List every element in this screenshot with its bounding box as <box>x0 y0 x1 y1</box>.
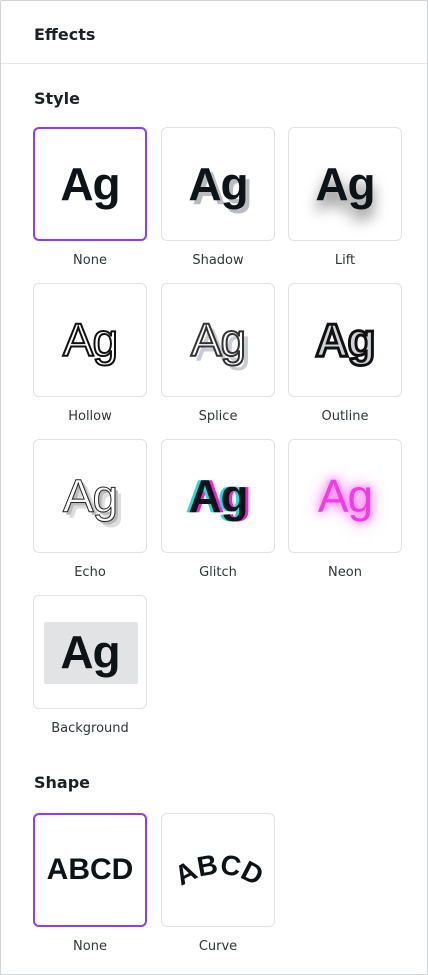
style-preview-splice: Ag <box>190 313 247 367</box>
style-option-neon[interactable]: Ag <box>288 439 402 553</box>
style-preview-glitch: Ag <box>188 470 248 522</box>
style-option-background[interactable]: Ag <box>33 595 147 709</box>
style-option-lift[interactable]: Ag <box>288 127 402 241</box>
style-preview-background: Ag <box>60 626 120 678</box>
style-option-glitch[interactable]: Ag <box>161 439 275 553</box>
style-label-lift: Lift <box>334 253 356 268</box>
style-section-title: Style <box>34 89 80 108</box>
style-label-hollow: Hollow <box>68 409 112 424</box>
style-label-splice: Splice <box>198 409 238 424</box>
style-label-background: Background <box>51 721 129 736</box>
style-preview-lift: Ag <box>315 158 375 210</box>
style-preview-none: Ag <box>60 158 120 210</box>
effects-panel: Effects Style Ag None Ag Shadow Ag Lift … <box>0 0 428 975</box>
style-label-none: None <box>73 253 107 268</box>
style-label-echo: Echo <box>74 565 106 580</box>
style-label-outline: Outline <box>321 409 369 424</box>
style-option-outline[interactable]: Ag <box>288 283 402 397</box>
style-option-echo[interactable]: Ag <box>33 439 147 553</box>
style-label-glitch: Glitch <box>199 565 237 580</box>
style-label-neon: Neon <box>328 565 362 580</box>
style-preview-outline: Ag <box>314 313 377 368</box>
style-option-splice[interactable]: Ag <box>161 283 275 397</box>
style-option-hollow[interactable]: Ag <box>33 283 147 397</box>
style-option-shadow[interactable]: Ag <box>161 127 275 241</box>
curve-text: ABCD <box>170 849 269 892</box>
style-preview-neon: Ag <box>317 470 373 522</box>
panel-header: Effects <box>1 1 427 64</box>
style-label-shadow: Shadow <box>192 253 244 268</box>
shape-label-none: None <box>73 939 107 954</box>
style-preview-shadow: Ag <box>188 158 248 210</box>
shape-option-curve[interactable]: ABCD <box>161 813 275 927</box>
shape-option-none[interactable]: ABCD <box>33 813 147 927</box>
svg-text:ABCD: ABCD <box>170 849 269 892</box>
shape-preview-curve: ABCD <box>170 849 269 892</box>
style-option-none[interactable]: Ag <box>33 127 147 241</box>
panel-title: Effects <box>34 25 96 44</box>
shape-preview-none: ABCD <box>46 853 134 886</box>
style-preview-hollow: Ag <box>62 313 119 367</box>
shape-section-title: Shape <box>34 773 91 792</box>
shape-label-curve: Curve <box>198 939 238 954</box>
style-preview-echo: Ag <box>62 470 118 523</box>
